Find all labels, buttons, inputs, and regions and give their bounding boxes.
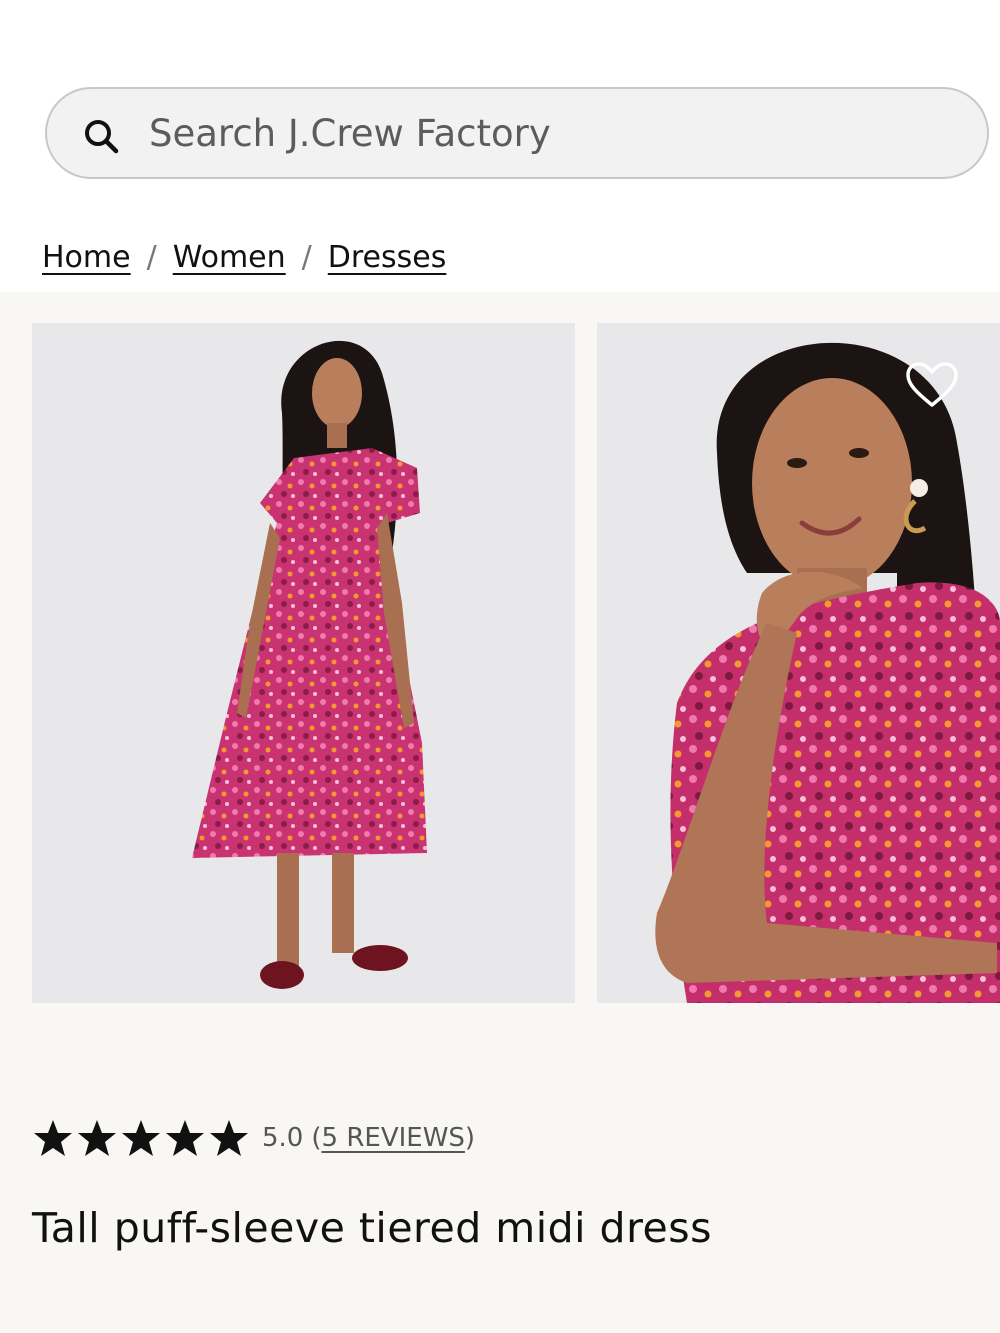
rating-value: 5.0 [262,1123,304,1153]
search-input[interactable] [149,105,949,161]
product-image-full-length[interactable] [32,323,575,1003]
product-rating: 5.0 (5 REVIEWS) [32,1118,475,1158]
reviews-paren-close: ) [464,1123,476,1153]
product-image-close-up[interactable] [597,323,1000,1003]
star-icon [34,1120,72,1156]
star-icon [210,1120,248,1156]
breadcrumb-separator: / [146,239,157,275]
star-icon [78,1120,116,1156]
breadcrumb-dresses-link[interactable]: Dresses [328,240,447,275]
product-title: Tall puff-sleeve tiered midi dress [32,1204,712,1252]
product-section: 5.0 (5 REVIEWS) Tall puff-sleeve tiered … [0,292,1000,1333]
breadcrumb: Home / Women / Dresses [42,232,446,282]
search-icon [85,120,119,154]
heart-icon[interactable] [904,360,960,410]
reviews-link[interactable]: (5 REVIEWS) [311,1123,475,1153]
breadcrumb-home-link[interactable]: Home [42,240,131,275]
search-bar[interactable] [45,87,989,179]
star-icon [166,1120,204,1156]
reviews-paren-open: ( [311,1123,322,1153]
breadcrumb-women-link[interactable]: Women [173,240,286,275]
star-icon [122,1120,160,1156]
reviews-label: 5 REVIEWS [321,1123,465,1153]
breadcrumb-separator: / [301,239,312,275]
rating-stars [32,1118,250,1158]
